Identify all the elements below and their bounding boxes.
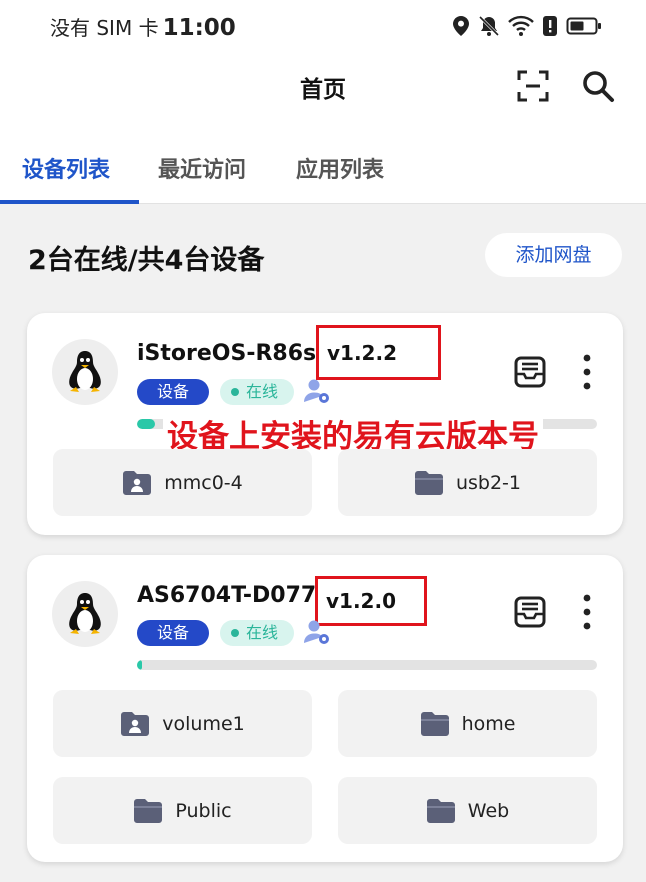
folder-icon — [420, 711, 449, 736]
version-label: v1.2.2 — [316, 325, 441, 380]
folder-name: volume1 — [162, 712, 245, 735]
inbox-icon[interactable] — [513, 595, 547, 629]
folder-name: home — [461, 712, 516, 735]
folder-name: Web — [467, 799, 510, 822]
folder-tile[interactable]: mmc0-4 — [53, 449, 312, 516]
tab-device-list[interactable]: 设备列表 — [22, 152, 110, 184]
user-folder-icon — [123, 470, 152, 495]
bell-off-icon — [478, 15, 500, 37]
online-status-badge: 在线 — [220, 379, 294, 405]
device-type-badge: 设备 — [137, 620, 209, 646]
storage-progress-fill — [137, 660, 142, 670]
more-options-icon[interactable] — [577, 593, 597, 631]
device-name: iStoreOS-R86s — [137, 341, 317, 366]
version-label: v1.2.0 — [315, 576, 427, 626]
folder-icon — [426, 798, 455, 823]
tab-bar: 设备列表 最近访问 应用列表 — [0, 120, 646, 204]
inbox-icon[interactable] — [513, 355, 547, 389]
user-settings-icon[interactable] — [303, 377, 331, 405]
carrier-info: 没有 SIM 卡 11:00 — [50, 12, 236, 41]
more-options-icon[interactable] — [577, 353, 597, 391]
device-avatar — [52, 581, 118, 647]
device-card[interactable]: AS6704T-D077 v1.2.0 设备 在线 volume1 home P… — [27, 555, 623, 862]
status-bar: 没有 SIM 卡 11:00 — [0, 0, 646, 52]
device-name: AS6704T-D077 — [137, 583, 317, 608]
linux-penguin-icon — [69, 351, 101, 392]
location-icon — [453, 16, 469, 36]
storage-progress-fill — [137, 419, 156, 429]
folder-tile[interactable]: Public — [53, 777, 312, 844]
storage-progress-bar — [137, 660, 597, 670]
folder-tile[interactable]: Web — [338, 777, 597, 844]
tab-recent[interactable]: 最近访问 — [158, 152, 246, 184]
device-avatar — [52, 339, 118, 405]
folder-icon — [134, 798, 163, 823]
carrier-label: 没有 SIM 卡 — [50, 15, 159, 40]
alert-icon — [543, 16, 557, 36]
battery-icon — [566, 17, 601, 35]
user-folder-icon — [121, 711, 150, 736]
online-status-badge: 在线 — [220, 620, 294, 646]
folder-icon — [414, 470, 443, 495]
status-icons — [452, 15, 602, 37]
active-tab-indicator — [0, 200, 139, 204]
wifi-icon — [508, 15, 534, 36]
status-time: 11:00 — [162, 14, 236, 41]
search-icon[interactable] — [580, 68, 616, 104]
folder-tile[interactable]: home — [338, 690, 597, 757]
folder-name: usb2-1 — [455, 471, 522, 494]
add-drive-button[interactable]: 添加网盘 — [485, 233, 622, 277]
folder-name: mmc0-4 — [164, 471, 243, 494]
device-type-badge: 设备 — [137, 379, 209, 405]
top-header: 首页 — [0, 52, 646, 120]
device-count-summary: 2台在线/共4台设备 — [28, 245, 265, 276]
folder-tile[interactable]: volume1 — [53, 690, 312, 757]
tab-app-list[interactable]: 应用列表 — [296, 152, 384, 184]
scan-icon[interactable] — [516, 69, 550, 103]
user-settings-icon[interactable] — [303, 618, 331, 646]
folder-name: Public — [175, 799, 232, 822]
device-card[interactable]: iStoreOS-R86s v1.2.2 设备 在线 设备上安装的易有云版本号 … — [27, 313, 623, 535]
linux-penguin-icon — [69, 593, 101, 634]
folder-tile[interactable]: usb2-1 — [338, 449, 597, 516]
